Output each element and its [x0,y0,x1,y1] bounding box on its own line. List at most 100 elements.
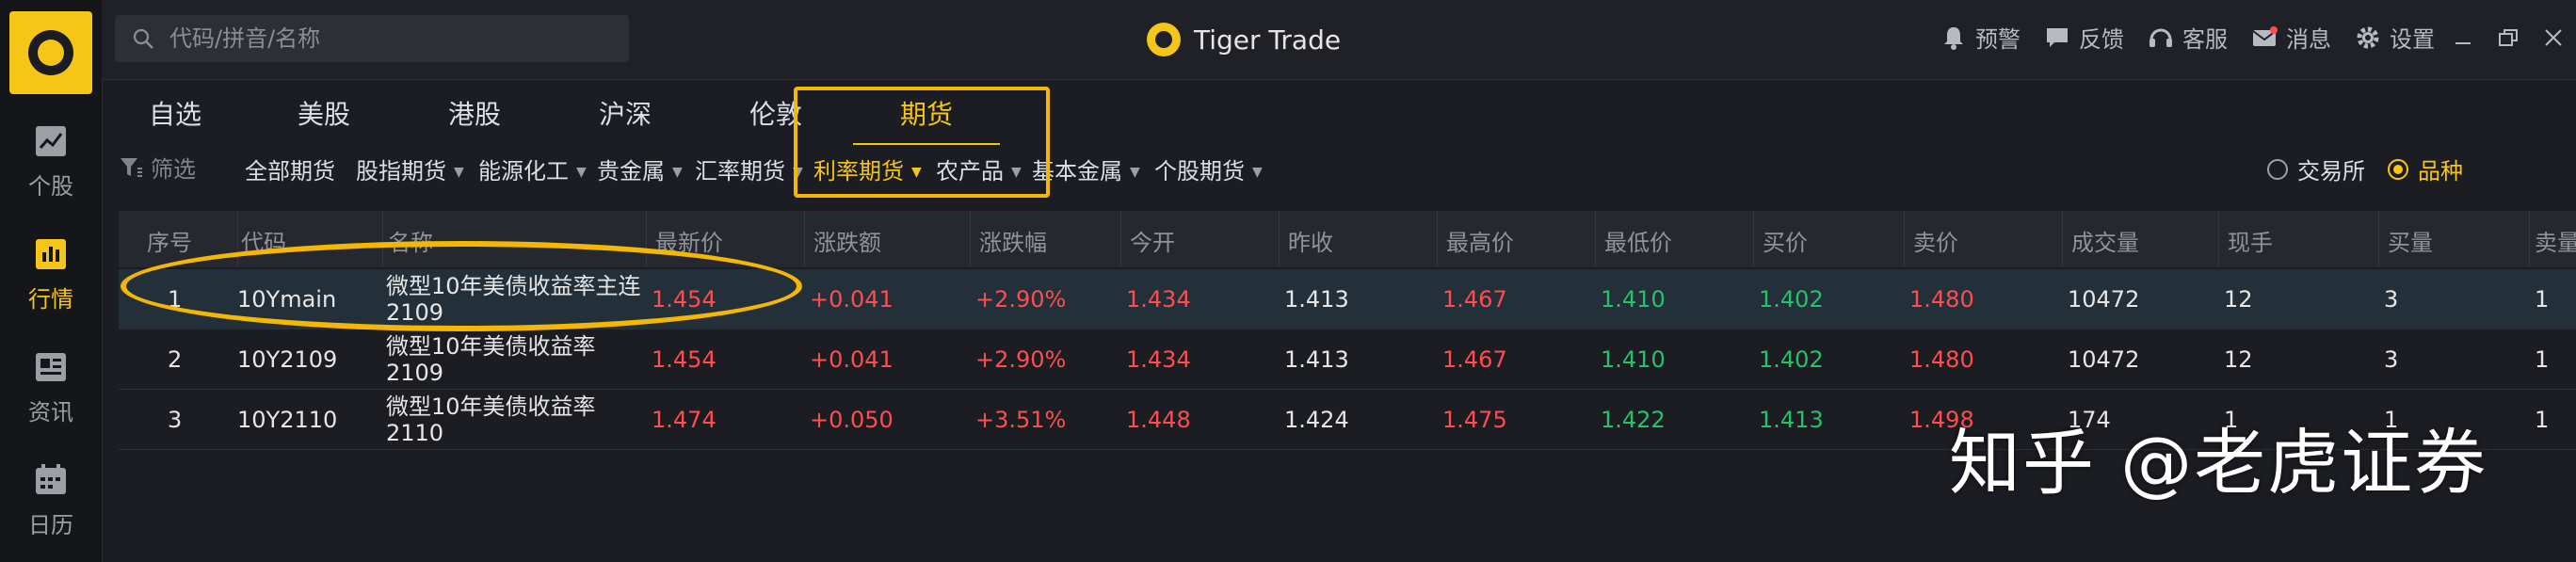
watermark: 知乎 @老虎证券 [1949,421,2488,505]
filter-button[interactable]: 筛选 [119,151,196,184]
alert-button[interactable]: 预警 [1940,21,2021,54]
filter-item-label: 利率期货 [813,158,904,185]
radio-variety[interactable]: 品种 [2388,153,2463,185]
header-last[interactable]: 最新价 [655,224,723,257]
filter-item-label: 汇率期货 [695,158,785,185]
column-divider [2529,211,2530,267]
column-divider [1753,211,1754,267]
cell-no: 2 [168,346,183,373]
column-divider [382,211,383,267]
feedback-button[interactable]: 反馈 [2043,21,2124,54]
top-actions: 预警 反馈 客服 消息 设置 [1917,21,2435,54]
caret-down-icon: ▼ [793,165,803,180]
search-box[interactable] [115,15,629,62]
cell-high: 1.467 [1442,346,1507,373]
cell-volume: 10472 [2068,286,2140,313]
cell-name-line1: 微型10年美债收益率 [386,393,596,420]
sidebar-item-calendar[interactable]: 日历 [0,450,102,544]
settings-button[interactable]: 设置 [2354,21,2435,54]
header-current-lots[interactable]: 现手 [2228,224,2273,257]
tiger-logo-button[interactable] [9,11,92,94]
restore-button[interactable] [2486,17,2531,58]
header-volume[interactable]: 成交量 [2071,224,2139,257]
tab-us-stocks[interactable]: 美股 [298,94,350,132]
sidebar-item-news[interactable]: 资讯 [0,337,102,431]
alert-label: 预警 [1975,26,2021,53]
support-button[interactable]: 客服 [2147,21,2228,54]
table-row[interactable]: 2 10Y2109 微型10年美债收益率 2109 1.454 +0.041 +… [119,329,2576,390]
cell-last: 1.454 [652,286,716,313]
sidebar-item-stock[interactable]: 个股 [0,111,102,205]
header-open[interactable]: 今开 [1130,224,1175,257]
radio-label: 品种 [2418,158,2463,185]
radio-exchange[interactable]: 交易所 [2267,153,2365,185]
sidebar-item-market[interactable]: 行情 [0,224,102,318]
sidebar-item-label: 资讯 [28,399,73,426]
column-divider [2218,211,2219,267]
cell-high: 1.475 [1442,407,1507,433]
table-row[interactable]: 1 10Ymain 微型10年美债收益率主连 2109 1.454 +0.041… [119,269,2576,329]
header-ask[interactable]: 卖价 [1913,224,1958,257]
tab-a-shares[interactable]: 沪深 [599,94,652,132]
messages-button[interactable]: 消息 [2250,21,2331,54]
cell-open: 1.434 [1126,346,1191,373]
cell-change-pct: +2.90% [975,286,1067,313]
header-code[interactable]: 代码 [241,224,286,257]
header-prev-close[interactable]: 昨收 [1288,224,1333,257]
tab-watchlist[interactable]: 自选 [149,94,201,132]
minimize-icon [2455,42,2471,44]
cell-name-line1: 微型10年美债收益率主连 [386,273,641,299]
header-change-pct[interactable]: 涨跌幅 [979,224,1047,257]
cell-change: +0.050 [810,407,894,433]
header-bid[interactable]: 买价 [1763,224,1808,257]
filter-agriculture[interactable]: 农产品 ▼ [936,153,1022,185]
cell-ask: 1.480 [1909,286,1974,313]
bell-icon [1944,26,1963,50]
filter-precious-metals[interactable]: 贵金属 ▼ [597,153,683,185]
cell-code: 10Y2109 [237,346,338,373]
cell-name-line1: 微型10年美债收益率 [386,333,596,360]
cell-bid: 1.402 [1759,346,1824,373]
minimize-button[interactable] [2440,17,2486,58]
tiger-logo-icon [28,30,73,75]
header-low[interactable]: 最低价 [1604,224,1672,257]
cell-name-line2: 2109 [386,299,444,326]
mail-icon [2252,25,2278,46]
header-name[interactable]: 名称 [388,224,433,257]
filter-energy-chemical[interactable]: 能源化工 ▼ [478,153,587,185]
header-high[interactable]: 最高价 [1446,224,1514,257]
feedback-label: 反馈 [2079,26,2124,53]
cell-ask-size: 1 [2535,346,2550,373]
caret-down-icon: ▼ [454,165,464,180]
cell-name: 微型10年美债收益率 2110 [386,393,596,446]
header-ask-size[interactable]: 卖量 [2535,224,2576,257]
settings-label: 设置 [2390,26,2435,53]
cell-change: +0.041 [810,286,894,313]
close-button[interactable] [2531,17,2576,58]
filter-bar: 筛选 全部期货 股指期货 ▼ 能源化工 ▼ 贵金属 ▼ 汇率期货 ▼ 利率期货 ▼ 农产品… [102,143,2576,192]
header-no[interactable]: 序号 [147,224,192,257]
caret-down-icon: ▼ [576,165,587,180]
tab-futures[interactable]: 期货 [852,94,1001,145]
filter-index-futures[interactable]: 股指期货 ▼ [356,153,464,185]
header-bid-size[interactable]: 买量 [2388,224,2433,257]
header-change[interactable]: 涨跌额 [813,224,881,257]
filter-item-label: 贵金属 [597,158,665,185]
filter-single-stock-futures[interactable]: 个股期货 ▼ [1154,153,1263,185]
tab-hk-stocks[interactable]: 港股 [448,94,501,132]
cell-low: 1.410 [1601,286,1666,313]
cell-bid-size: 3 [2384,346,2399,373]
market-tabs: 自选 美股 港股 沪深 伦敦 期货 [102,81,2576,145]
filter-fx-futures[interactable]: 汇率期货 ▼ [695,153,803,185]
filter-interest-rate-futures[interactable]: 利率期货 ▼ [813,153,922,185]
search-input[interactable] [168,24,604,53]
cell-change-pct: +2.90% [975,346,1067,373]
filter-base-metals[interactable]: 基本金属 ▼ [1032,153,1140,185]
cell-prev-close: 1.424 [1284,407,1349,433]
filter-label: 筛选 [151,156,196,183]
filter-item-label: 全部期货 [245,158,335,185]
filter-all-futures[interactable]: 全部期货 [245,153,335,185]
tab-london[interactable]: 伦敦 [749,94,802,132]
filter-item-label: 能源化工 [478,158,569,185]
quote-table: 序号 代码 名称 最新价 涨跌额 涨跌幅 今开 昨收 最高价 最低价 买价 卖价… [119,211,2576,562]
